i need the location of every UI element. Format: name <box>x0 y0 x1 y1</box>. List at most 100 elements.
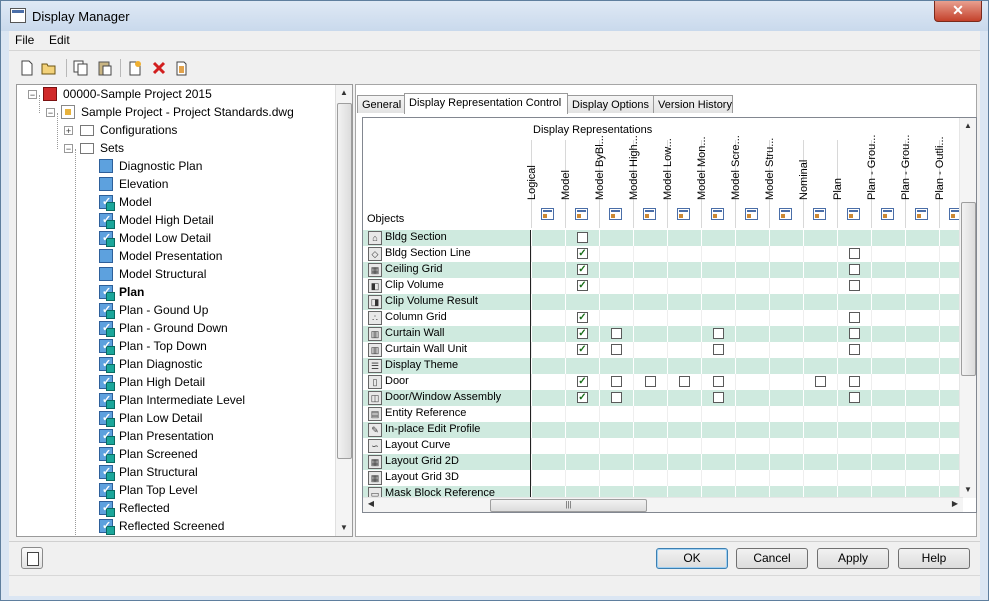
grid-cell <box>803 326 836 342</box>
open-icon[interactable] <box>41 60 57 76</box>
display-rep-checkbox[interactable]: ✓ <box>577 344 588 355</box>
display-set-checked-icon <box>99 463 115 481</box>
display-rep-checkbox[interactable] <box>849 376 860 387</box>
display-rep-checkbox[interactable] <box>611 392 622 403</box>
purge-icon[interactable] <box>173 60 189 76</box>
new-icon[interactable] <box>19 60 35 76</box>
table-row[interactable]: ▦ Ceiling Grid ✓ <box>363 262 963 278</box>
object-name: Column Grid <box>385 311 447 323</box>
panel-splitter[interactable] <box>347 83 353 541</box>
delete-icon[interactable] <box>151 60 167 76</box>
expander-root[interactable]: − <box>28 90 37 100</box>
display-rep-checkbox[interactable] <box>849 248 860 259</box>
table-row[interactable]: ✎ In-place Edit Profile <box>363 422 963 438</box>
curtain-wall-unit-icon: ▥ <box>368 343 382 357</box>
grid-vscrollbar[interactable]: ▲ ▼ <box>959 118 976 498</box>
display-rep-checkbox[interactable] <box>645 376 656 387</box>
scroll-right-icon[interactable]: ▶ <box>947 496 963 512</box>
copy-icon[interactable] <box>73 60 89 76</box>
grid-cell <box>735 230 768 246</box>
display-rep-checkbox[interactable] <box>679 376 690 387</box>
close-button[interactable]: ✕ <box>934 1 982 22</box>
help-button[interactable]: Help <box>898 548 970 569</box>
grid-cell <box>871 470 904 486</box>
display-set-checked-icon <box>99 409 115 427</box>
table-row[interactable]: ◨ Clip Volume Result <box>363 294 963 310</box>
display-rep-checkbox[interactable] <box>815 376 826 387</box>
new-item-icon[interactable] <box>127 60 143 76</box>
grid-cell <box>599 422 632 438</box>
expander-sets[interactable]: − <box>64 144 73 154</box>
display-rep-checkbox[interactable]: ✓ <box>577 312 588 323</box>
scroll-thumb[interactable] <box>961 202 976 376</box>
display-rep-checkbox[interactable]: ✓ <box>577 328 588 339</box>
scroll-thumb[interactable]: ||| <box>490 499 647 512</box>
table-row[interactable]: ▥ Curtain Wall ✓ <box>363 326 963 342</box>
display-rep-checkbox[interactable]: ✓ <box>577 280 588 291</box>
paste-icon[interactable] <box>97 60 113 76</box>
display-rep-checkbox[interactable]: ✓ <box>577 248 588 259</box>
display-rep-checkbox[interactable] <box>713 376 724 387</box>
display-set-checked-icon <box>99 337 115 355</box>
display-rep-checkbox[interactable] <box>611 344 622 355</box>
display-rep-checkbox[interactable] <box>713 328 724 339</box>
display-rep-checkbox[interactable]: ✓ <box>577 392 588 403</box>
table-row[interactable]: ▥ Curtain Wall Unit ✓ <box>363 342 963 358</box>
grid-cell <box>905 246 938 262</box>
display-rep-checkbox[interactable] <box>577 232 588 243</box>
tab-general[interactable]: General <box>357 95 405 113</box>
grid-cell <box>837 438 870 454</box>
grid-cell <box>701 246 734 262</box>
ok-button[interactable]: OK <box>656 548 728 569</box>
entity-reference-icon: ▤ <box>368 407 382 421</box>
clip-volume-icon: ◧ <box>368 279 382 293</box>
display-rep-checkbox[interactable] <box>611 376 622 387</box>
table-row[interactable]: ∴ Column Grid ✓ <box>363 310 963 326</box>
display-rep-checkbox[interactable]: ✓ <box>577 376 588 387</box>
tab-display-options[interactable]: Display Options <box>567 95 654 113</box>
display-rep-checkbox[interactable] <box>849 264 860 275</box>
table-row[interactable]: ☰ Display Theme <box>363 358 963 374</box>
table-row[interactable]: ▤ Entity Reference <box>363 406 963 422</box>
table-row[interactable]: ▯ Door ✓ <box>363 374 963 390</box>
table-row[interactable]: ∽ Layout Curve <box>363 438 963 454</box>
grid-cell <box>531 246 564 262</box>
table-row[interactable]: ▦ Layout Grid 3D <box>363 470 963 486</box>
display-rep-checkbox[interactable] <box>713 344 724 355</box>
grid-hscrollbar[interactable]: ◀ ||| ▶ <box>363 497 963 512</box>
grid-cell <box>667 278 700 294</box>
display-rep-checkbox[interactable] <box>849 312 860 323</box>
grid-cell <box>905 262 938 278</box>
display-rep-checkbox[interactable] <box>849 344 860 355</box>
display-rep-checkbox[interactable] <box>849 328 860 339</box>
display-rep-checkbox[interactable] <box>849 392 860 403</box>
app-icon <box>10 8 26 23</box>
table-row[interactable]: ▦ Layout Grid 2D <box>363 454 963 470</box>
details-icon[interactable] <box>21 547 43 569</box>
display-rep-checkbox[interactable] <box>611 328 622 339</box>
tab-display-representation-control[interactable]: Display Representation Control <box>404 93 568 114</box>
display-rep-checkbox[interactable] <box>713 392 724 403</box>
menu-file[interactable]: File <box>15 33 34 47</box>
expander-configurations[interactable]: + <box>64 126 73 136</box>
cancel-button[interactable]: Cancel <box>736 548 808 569</box>
table-row[interactable]: ◫ Door/Window Assembly ✓ <box>363 390 963 406</box>
grid-cell <box>871 230 904 246</box>
tab-version-history[interactable]: Version History <box>653 95 733 113</box>
display-rep-checkbox[interactable]: ✓ <box>577 264 588 275</box>
apply-button[interactable]: Apply <box>817 548 889 569</box>
scroll-left-icon[interactable]: ◀ <box>363 496 379 512</box>
table-row[interactable]: ◧ Clip Volume ✓ <box>363 278 963 294</box>
scroll-up-icon[interactable]: ▲ <box>960 118 976 134</box>
grid-cell <box>531 454 564 470</box>
table-row[interactable]: ◇ Bldg Section Line ✓ <box>363 246 963 262</box>
object-name: Display Theme <box>385 359 459 371</box>
grid-cell <box>871 342 904 358</box>
table-row[interactable]: ⌂ Bldg Section <box>363 230 963 246</box>
display-rep-checkbox[interactable] <box>849 280 860 291</box>
menu-edit[interactable]: Edit <box>49 33 70 47</box>
expander-drawing[interactable]: − <box>46 108 55 118</box>
grid-cell <box>633 358 666 374</box>
title-bar[interactable]: Display Manager ✕ <box>1 1 988 31</box>
grid-cell <box>803 342 836 358</box>
